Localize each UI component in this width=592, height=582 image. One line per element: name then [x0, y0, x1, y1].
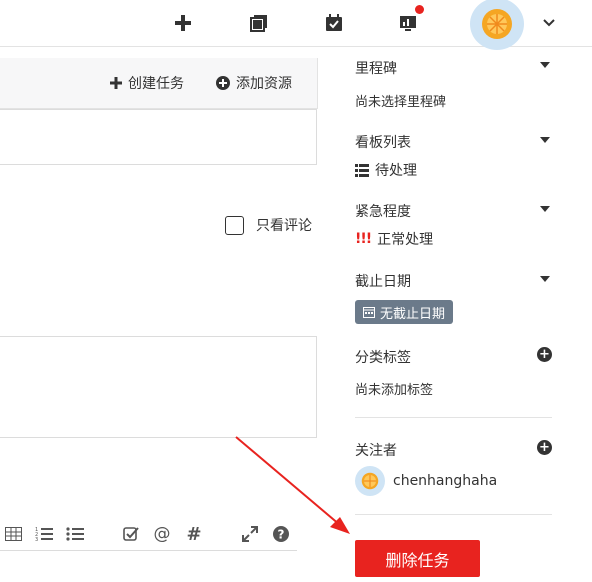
- annotation-arrow: [235, 436, 350, 534]
